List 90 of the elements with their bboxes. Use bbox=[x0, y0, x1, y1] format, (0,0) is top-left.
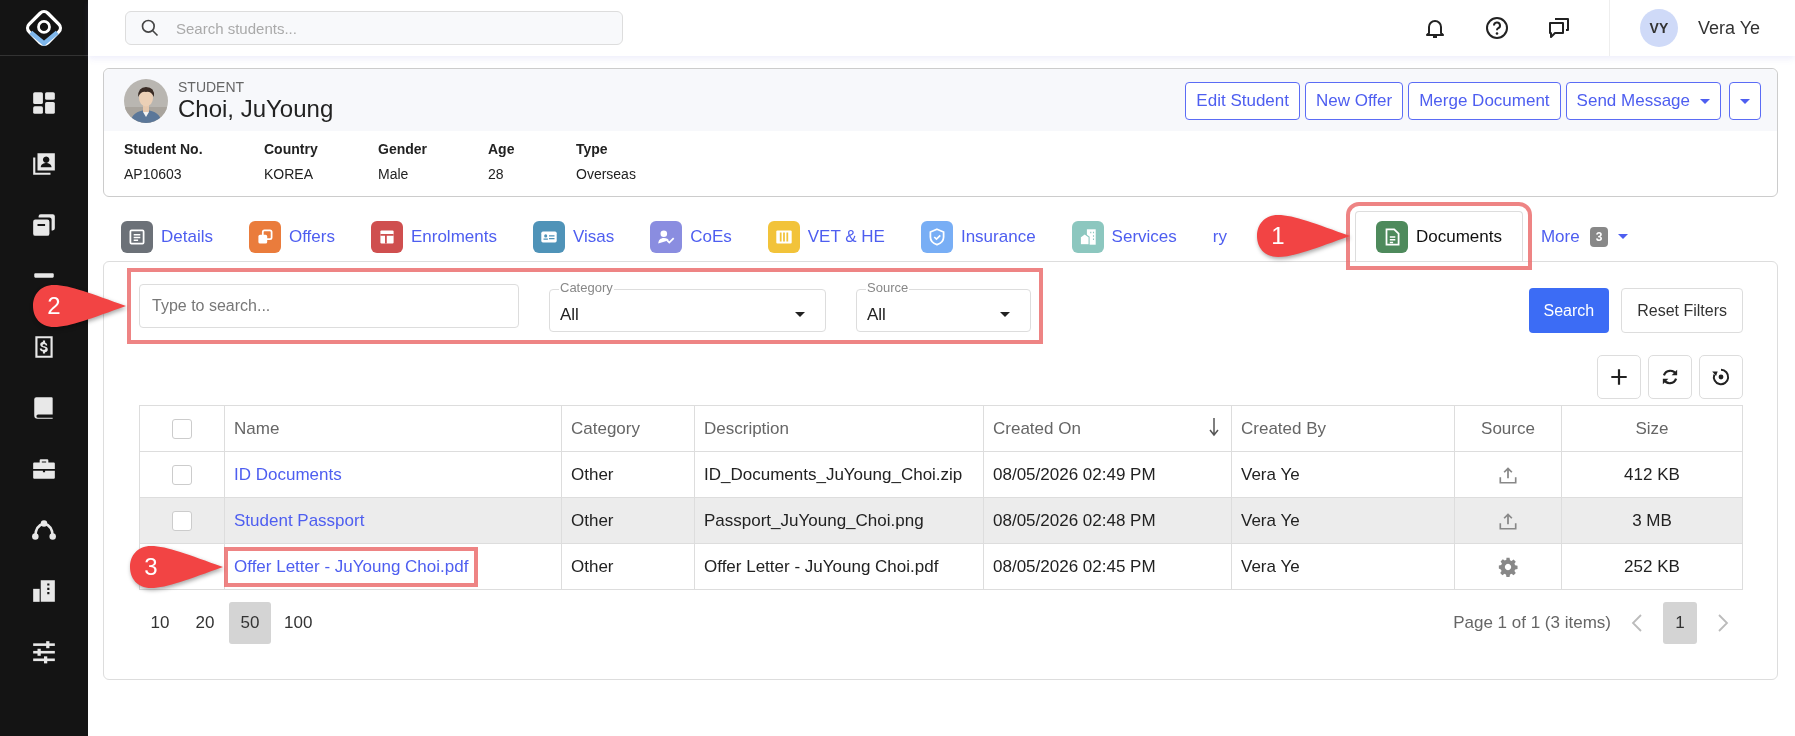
dropdown-button[interactable]: Send Message bbox=[1565, 82, 1721, 120]
column-header[interactable]: Size bbox=[1561, 405, 1743, 452]
callout-marker: 1 bbox=[1254, 213, 1351, 259]
tab[interactable]: VET & HE bbox=[749, 211, 903, 261]
add-button[interactable] bbox=[1597, 355, 1641, 399]
table-cell: Vera Ye bbox=[1231, 497, 1455, 544]
checkbox[interactable] bbox=[172, 464, 192, 485]
tab[interactable]: CoEs bbox=[632, 211, 750, 261]
action-button[interactable]: New Offer bbox=[1305, 82, 1404, 120]
caret-icon bbox=[1618, 234, 1629, 239]
help-icon[interactable] bbox=[1484, 16, 1509, 40]
page-size-option[interactable]: 50 bbox=[229, 602, 271, 644]
search-field[interactable]: Type to search... bbox=[139, 284, 519, 328]
tab[interactable]: Enrolments bbox=[352, 211, 515, 261]
page-size-option[interactable]: 100 bbox=[274, 602, 323, 644]
reset-button[interactable] bbox=[1699, 355, 1743, 399]
action-button[interactable]: Edit Student bbox=[1185, 82, 1300, 120]
table-cell: Other bbox=[561, 451, 695, 498]
tab[interactable]: Offers bbox=[230, 211, 353, 261]
column-header[interactable]: Name bbox=[224, 405, 562, 452]
user-name[interactable]: Vera Ye bbox=[1697, 17, 1760, 39]
field-label: Student No. bbox=[124, 141, 204, 157]
document-link[interactable]: Student Passport bbox=[234, 510, 365, 530]
action-button[interactable]: Merge Document bbox=[1408, 82, 1561, 120]
more-tab[interactable]: More 3 bbox=[1522, 211, 1647, 261]
student-label: STUDENT bbox=[178, 79, 246, 95]
more-actions-button[interactable] bbox=[1729, 82, 1761, 120]
field-label: Type bbox=[576, 141, 609, 157]
table-cell: 252 KB bbox=[1561, 543, 1743, 590]
field-label: Country bbox=[264, 141, 319, 157]
table-cell: Vera Ye bbox=[1231, 451, 1455, 498]
gear-icon bbox=[1497, 555, 1519, 578]
caret-icon bbox=[1740, 98, 1750, 104]
page-size-option[interactable]: 20 bbox=[184, 602, 226, 644]
field-label: Gender bbox=[378, 141, 428, 157]
count-badge: 3 bbox=[1589, 226, 1609, 247]
field-value: 28 bbox=[488, 166, 505, 182]
field-value: Overseas bbox=[576, 166, 636, 182]
contacts-icon[interactable] bbox=[31, 150, 57, 177]
refresh-button[interactable] bbox=[1648, 355, 1692, 399]
page-button[interactable]: 1 bbox=[1663, 602, 1697, 644]
page-size-option[interactable]: 10 bbox=[139, 602, 181, 644]
table-cell: 412 KB bbox=[1561, 451, 1743, 498]
checkbox[interactable] bbox=[172, 418, 192, 439]
field-value: KOREA bbox=[264, 166, 314, 182]
plus-icon bbox=[1608, 366, 1630, 388]
tab[interactable]: ry bbox=[1194, 211, 1245, 261]
tab[interactable]: Insurance bbox=[902, 211, 1054, 261]
search-button[interactable]: Search bbox=[1528, 288, 1610, 333]
sliders-icon[interactable] bbox=[31, 638, 57, 665]
table-cell: 08/05/2026 02:45 PM bbox=[983, 543, 1232, 590]
caret-icon bbox=[795, 312, 805, 317]
table-cell: 3 MB bbox=[1561, 497, 1743, 544]
column-header[interactable]: Source bbox=[1454, 405, 1562, 452]
caret-icon bbox=[1700, 98, 1710, 104]
column-header[interactable]: Created By bbox=[1231, 405, 1455, 452]
column-header[interactable]: Created On bbox=[983, 405, 1232, 452]
field-label: Age bbox=[488, 141, 516, 157]
callout-marker: 2 bbox=[31, 283, 127, 329]
table-cell: Passport_JuYoung_Choi.png bbox=[694, 497, 984, 544]
table-cell: 08/05/2026 02:49 PM bbox=[983, 451, 1232, 498]
checkbox[interactable] bbox=[172, 510, 192, 531]
caret-icon bbox=[1000, 312, 1010, 317]
search-input[interactable]: Search students... bbox=[174, 18, 608, 38]
chat-icon[interactable] bbox=[1546, 16, 1571, 40]
table-cell: Vera Ye bbox=[1231, 543, 1455, 590]
column-header[interactable]: Description bbox=[694, 405, 984, 452]
table-cell: Other bbox=[561, 497, 695, 544]
dashboard-icon[interactable] bbox=[31, 89, 57, 116]
column-header[interactable]: Category bbox=[561, 405, 695, 452]
table-cell: Other bbox=[561, 543, 695, 590]
student-name: Choi, JuYoung bbox=[178, 95, 334, 123]
search-icon bbox=[140, 18, 160, 38]
callout-marker: 3 bbox=[128, 543, 224, 590]
building-icon[interactable] bbox=[31, 577, 57, 604]
table-cell: ID_Documents_JuYoung_Choi.zip bbox=[694, 451, 984, 498]
tab[interactable]: Details bbox=[103, 211, 231, 261]
tab[interactable]: Visas bbox=[514, 211, 633, 261]
field-value: AP10603 bbox=[124, 166, 183, 182]
tab[interactable]: Services bbox=[1053, 211, 1195, 261]
reset-button[interactable]: Reset Filters bbox=[1621, 288, 1743, 333]
table-cell: 08/05/2026 02:48 PM bbox=[983, 497, 1232, 544]
document-link[interactable]: ID Documents bbox=[234, 464, 342, 484]
restore-icon bbox=[1710, 366, 1732, 388]
search-field[interactable]: Search students... bbox=[125, 11, 623, 45]
table-cell: Offer Letter - JuYoung Choi.pdf bbox=[694, 543, 984, 590]
field-value: Male bbox=[378, 166, 410, 182]
stacked-cards-icon[interactable] bbox=[31, 211, 57, 238]
page-summary: Page 1 of 1 (3 items) bbox=[1453, 613, 1611, 633]
user-avatar[interactable]: VY bbox=[1639, 9, 1678, 47]
